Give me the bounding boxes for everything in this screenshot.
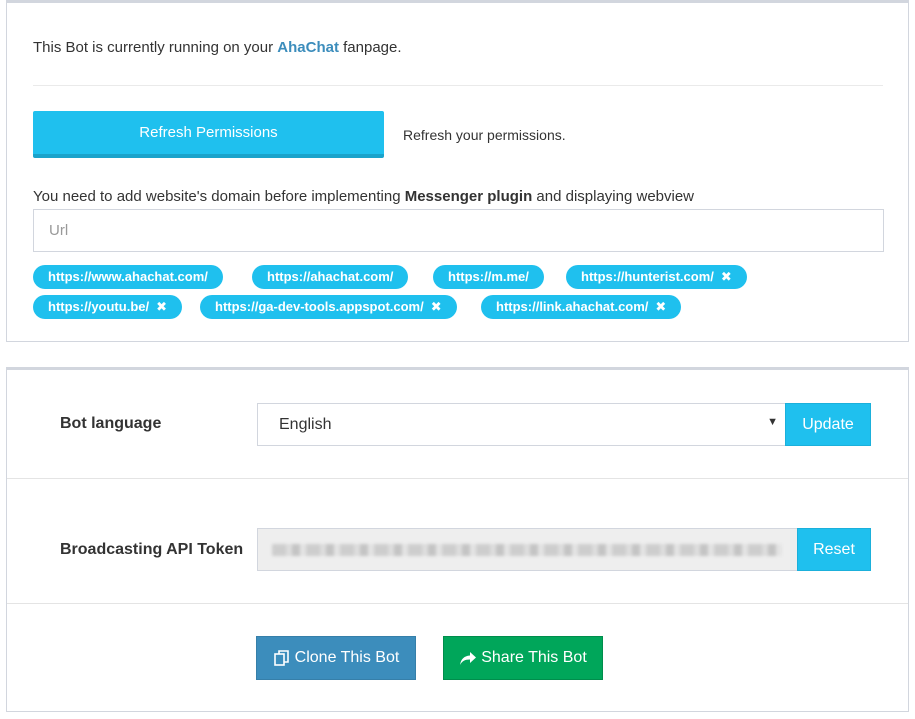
- share-bot-label: Share This Bot: [481, 649, 587, 666]
- domain-tag[interactable]: https://hunterist.com/ ✖: [566, 265, 747, 289]
- domain-tag-label: https://link.ahachat.com/: [496, 299, 649, 314]
- domain-tag[interactable]: https://www.ahachat.com/: [33, 265, 223, 289]
- domain-tag-label: https://www.ahachat.com/: [48, 269, 208, 284]
- url-input[interactable]: [33, 209, 884, 252]
- domain-tag-label: https://ahachat.com/: [267, 269, 394, 284]
- bot-language-label: Bot language: [60, 415, 162, 432]
- domain-text-prefix: You need to add website's domain before …: [33, 188, 405, 205]
- clone-icon: [273, 650, 289, 666]
- running-status-text: This Bot is currently running on your Ah…: [33, 39, 402, 56]
- domain-instructions: You need to add website's domain before …: [33, 188, 694, 205]
- domain-tag[interactable]: https://youtu.be/ ✖: [33, 295, 183, 319]
- api-token-redacted: [272, 544, 782, 556]
- running-prefix: This Bot is currently running on your: [33, 39, 278, 56]
- close-icon[interactable]: ✖: [721, 265, 732, 289]
- row-divider: [7, 603, 908, 604]
- page-name-link[interactable]: AhaChat: [277, 39, 339, 56]
- close-icon[interactable]: ✖: [431, 295, 442, 319]
- domain-tag-label: https://ga-dev-tools.appspot.com/: [215, 299, 424, 314]
- bot-language-value: English: [279, 416, 332, 433]
- domain-tag[interactable]: https://ahachat.com/: [252, 265, 409, 289]
- domain-tag-label: https://m.me/: [448, 269, 529, 284]
- domain-tag-label: https://hunterist.com/: [581, 269, 714, 284]
- share-icon: [460, 652, 477, 665]
- row-divider: [7, 478, 908, 479]
- bot-language-select[interactable]: English ▼: [257, 403, 786, 446]
- divider: [33, 85, 883, 86]
- api-token-label: Broadcasting API Token: [60, 541, 244, 558]
- caret-down-icon: ▼: [767, 416, 778, 428]
- domain-tag[interactable]: https://ga-dev-tools.appspot.com/ ✖: [200, 295, 457, 319]
- share-bot-button[interactable]: Share This Bot: [443, 636, 603, 680]
- clone-bot-button[interactable]: Clone This Bot: [256, 636, 416, 680]
- clone-bot-label: Clone This Bot: [294, 649, 400, 666]
- domain-tag[interactable]: https://m.me/: [433, 265, 544, 289]
- domain-tag[interactable]: https://link.ahachat.com/ ✖: [481, 295, 682, 319]
- reset-token-button[interactable]: Reset: [797, 528, 871, 571]
- refresh-note: Refresh your permissions.: [403, 127, 566, 143]
- running-suffix: fanpage.: [338, 39, 402, 56]
- domain-text-bold: Messenger plugin: [404, 188, 533, 205]
- refresh-permissions-button[interactable]: Refresh Permissions: [33, 111, 384, 158]
- domain-tag-label: https://youtu.be/: [48, 299, 150, 314]
- close-icon[interactable]: ✖: [156, 295, 167, 319]
- permissions-panel: This Bot is currently running on your Ah…: [6, 0, 909, 342]
- update-button[interactable]: Update: [785, 403, 871, 446]
- close-icon[interactable]: ✖: [655, 295, 666, 319]
- api-token-field[interactable]: [257, 528, 798, 571]
- domain-text-suffix: and displaying webview: [532, 188, 695, 205]
- settings-panel: Bot language English ▼ Update Broadcasti…: [6, 367, 909, 712]
